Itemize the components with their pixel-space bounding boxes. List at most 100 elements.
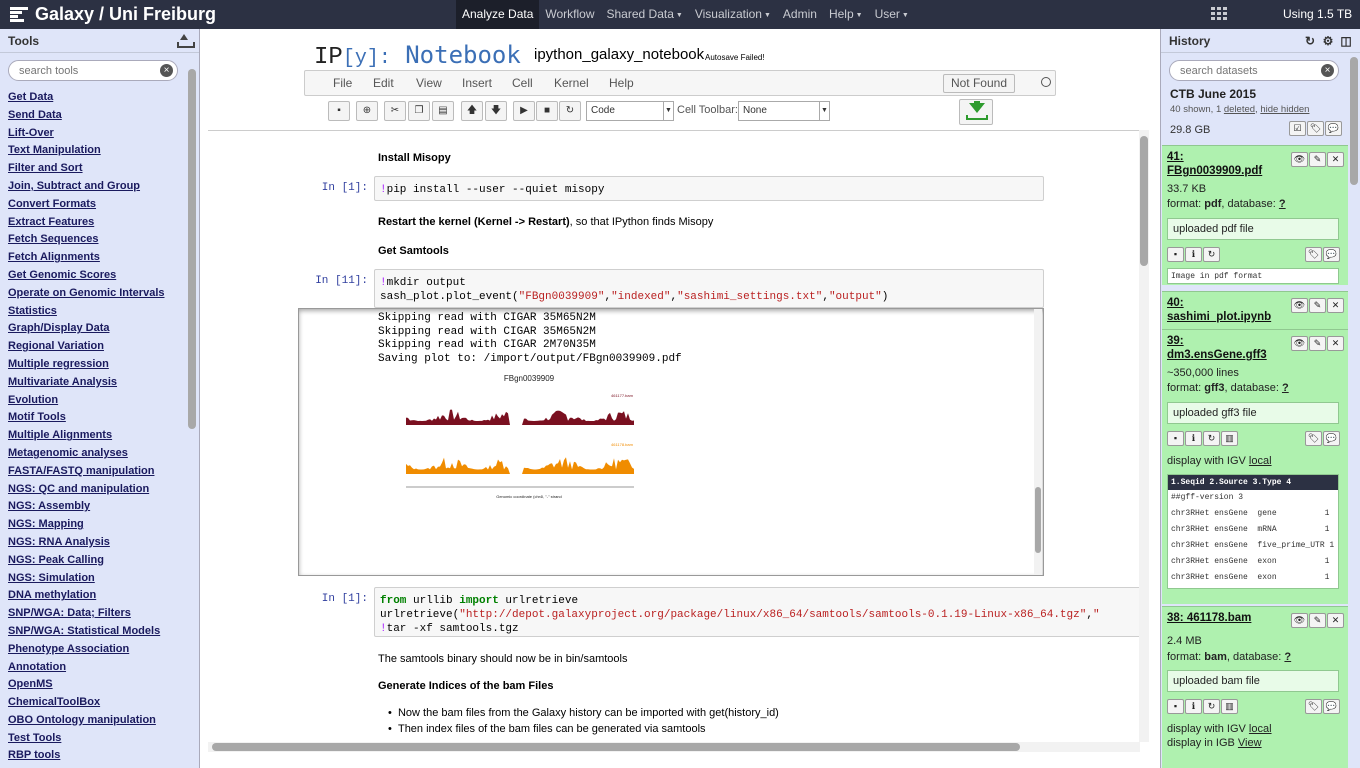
tool-section-link[interactable]: NGS: Peak Calling <box>8 552 188 570</box>
tool-section-link[interactable]: NGS: Assembly <box>8 498 188 516</box>
tool-section-link[interactable]: Multivariate Analysis <box>8 374 188 392</box>
comment-icon[interactable]: 💬 <box>1323 431 1340 446</box>
tags-button[interactable]: 🏷 <box>1307 121 1324 136</box>
export-to-galaxy-button[interactable] <box>959 99 993 125</box>
rerun-icon[interactable]: ↻ <box>1203 699 1220 714</box>
tool-section-link[interactable]: Motif Tools <box>8 409 188 427</box>
tool-section-link[interactable]: ChemicalToolBox <box>8 694 188 712</box>
hide-hidden-link[interactable]: hide hidden <box>1260 104 1309 115</box>
comment-icon[interactable]: 💬 <box>1323 699 1340 714</box>
tool-section-link[interactable]: Lift-Over <box>8 125 188 143</box>
cell-output-area[interactable]: Skipping read with CIGAR 35M65N2M Skippi… <box>298 308 1044 576</box>
tool-section-link[interactable]: Metagenomic analyses <box>8 445 188 463</box>
clear-search-icon[interactable]: × <box>160 64 173 77</box>
code-cell[interactable]: !pip install --user --quiet misopy <box>374 176 1044 201</box>
tag-icon[interactable]: 🏷 <box>1305 431 1322 446</box>
save-button[interactable]: ▪ <box>328 101 350 121</box>
markdown-cell[interactable]: Get Samtools <box>378 245 449 257</box>
columns-icon[interactable]: ◫ <box>1340 35 1352 47</box>
delete-icon[interactable]: ✕ <box>1327 613 1344 628</box>
annotation-button[interactable]: 💬 <box>1325 121 1342 136</box>
tool-section-link[interactable]: Convert Formats <box>8 196 188 214</box>
tool-section-link[interactable]: NGS: Simulation <box>8 570 188 588</box>
igb-view-link[interactable]: View <box>1238 737 1262 749</box>
igv-local-link[interactable]: local <box>1249 723 1272 735</box>
pencil-icon[interactable]: ✎ <box>1309 298 1326 313</box>
notebook-name[interactable]: ipython_galaxy_notebook <box>534 46 704 63</box>
visualize-icon[interactable]: ▥ <box>1221 699 1238 714</box>
dataset-title[interactable]: 39: dm3.ensGene.gff3 <box>1167 334 1277 362</box>
dataset-title[interactable]: 41: FBgn0039909.pdf <box>1167 150 1277 178</box>
save-icon[interactable]: ▪ <box>1167 247 1184 262</box>
info-icon[interactable]: ℹ <box>1185 431 1202 446</box>
notebook-horizontal-scrollbar[interactable] <box>208 742 1140 752</box>
tool-section-link[interactable]: DNA methylation <box>8 587 188 605</box>
notebook-container[interactable]: Install Misopy In [1]: !pip install --us… <box>208 130 1140 742</box>
tool-section-link[interactable]: Extract Features <box>8 214 188 232</box>
tool-section-link[interactable]: Text Manipulation <box>8 142 188 160</box>
move-up-button[interactable]: 🡅 <box>461 101 483 121</box>
tool-section-link[interactable]: SNP/WGA: Data; Filters <box>8 605 188 623</box>
delete-icon[interactable]: ✕ <box>1327 336 1344 351</box>
visualize-icon[interactable]: ▥ <box>1221 431 1238 446</box>
pencil-icon[interactable]: ✎ <box>1309 613 1326 628</box>
gear-icon[interactable]: ⚙ <box>1322 35 1334 47</box>
tool-section-link[interactable]: Statistics <box>8 303 188 321</box>
tool-section-link[interactable]: RBP tools <box>8 747 188 765</box>
tool-section-link[interactable]: Operate on Genomic Intervals <box>8 285 188 303</box>
tool-section-link[interactable]: NGS: Mapping <box>8 516 188 534</box>
menu-help[interactable]: Help <box>609 76 634 90</box>
info-icon[interactable]: ℹ <box>1185 247 1202 262</box>
cut-button[interactable]: ✂ <box>384 101 406 121</box>
eye-icon[interactable]: 👁 <box>1291 336 1308 351</box>
database-link[interactable]: ? <box>1279 198 1286 210</box>
markdown-cell[interactable]: Install Misopy <box>378 152 451 164</box>
history-name[interactable]: CTB June 2015 <box>1170 87 1256 101</box>
delete-icon[interactable]: ✕ <box>1327 152 1344 167</box>
tool-section-link[interactable]: Test Tools <box>8 730 188 748</box>
nav-analyze-data[interactable]: Analyze Data <box>456 0 540 29</box>
kernel-status-button[interactable]: Not Found <box>943 74 1015 93</box>
notebook-vertical-scrollbar[interactable] <box>1139 130 1149 742</box>
tool-section-link[interactable]: Get Data <box>8 89 188 107</box>
tool-panel-scrollbar[interactable] <box>188 57 196 757</box>
tool-section-link[interactable]: Send Data <box>8 107 188 125</box>
tool-search-input[interactable] <box>19 61 159 80</box>
menu-insert[interactable]: Insert <box>462 76 492 90</box>
nav-help[interactable]: Help ▼ <box>823 0 869 29</box>
menu-edit[interactable]: Edit <box>373 76 394 90</box>
tool-section-link[interactable]: Join, Subtract and Group <box>8 178 188 196</box>
markdown-cell[interactable]: The samtools binary should now be in bin… <box>378 653 627 665</box>
nav-workflow[interactable]: Workflow <box>539 0 600 29</box>
database-link[interactable]: ? <box>1282 382 1289 394</box>
code-cell[interactable]: from urllib import urlretrieve urlretrie… <box>374 587 1140 637</box>
tool-section-link[interactable]: NGS: RNA Analysis <box>8 534 188 552</box>
comment-icon[interactable]: 💬 <box>1323 247 1340 262</box>
tool-section-link[interactable]: Get Genomic Scores <box>8 267 188 285</box>
tag-icon[interactable]: 🏷 <box>1305 699 1322 714</box>
tool-section-link[interactable]: SNP/WGA: Statistical Models <box>8 623 188 641</box>
tool-section-link[interactable]: Filter and Sort <box>8 160 188 178</box>
eye-icon[interactable]: 👁 <box>1291 613 1308 628</box>
code-cell[interactable]: !mkdir output sash_plot.plot_event("FBgn… <box>374 269 1044 308</box>
cell-type-select[interactable]: Code ▼ <box>586 101 674 121</box>
dataset-item[interactable]: 39: dm3.ensGene.gff3 👁 ✎ ✕ ~350,000 line… <box>1162 329 1348 604</box>
dataset-peek-table[interactable]: 1.Seqid 2.Source 3.Type 4 ##gff-version … <box>1167 474 1339 589</box>
tool-section-link[interactable]: OBO Ontology manipulation <box>8 712 188 730</box>
galaxy-brand[interactable]: Galaxy / Uni Freiburg <box>10 4 216 25</box>
menu-kernel[interactable]: Kernel <box>554 76 589 90</box>
pencil-icon[interactable]: ✎ <box>1309 336 1326 351</box>
pencil-icon[interactable]: ✎ <box>1309 152 1326 167</box>
tool-section-link[interactable]: Fetch Sequences <box>8 231 188 249</box>
info-icon[interactable]: ℹ <box>1185 699 1202 714</box>
interrupt-button[interactable]: ■ <box>536 101 558 121</box>
dataset-title[interactable]: 38: 461178.bam <box>1167 611 1287 625</box>
tool-section-link[interactable]: Phenotype Association <box>8 641 188 659</box>
tool-section-link[interactable]: Graph/Display Data <box>8 320 188 338</box>
tool-section-link[interactable]: FASTA/FASTQ manipulation <box>8 463 188 481</box>
rerun-icon[interactable]: ↻ <box>1203 247 1220 262</box>
copy-button[interactable]: ❐ <box>408 101 430 121</box>
tool-section-link[interactable]: Evolution <box>8 392 188 410</box>
dataset-search-input[interactable] <box>1180 61 1320 80</box>
upload-icon[interactable] <box>177 33 195 48</box>
